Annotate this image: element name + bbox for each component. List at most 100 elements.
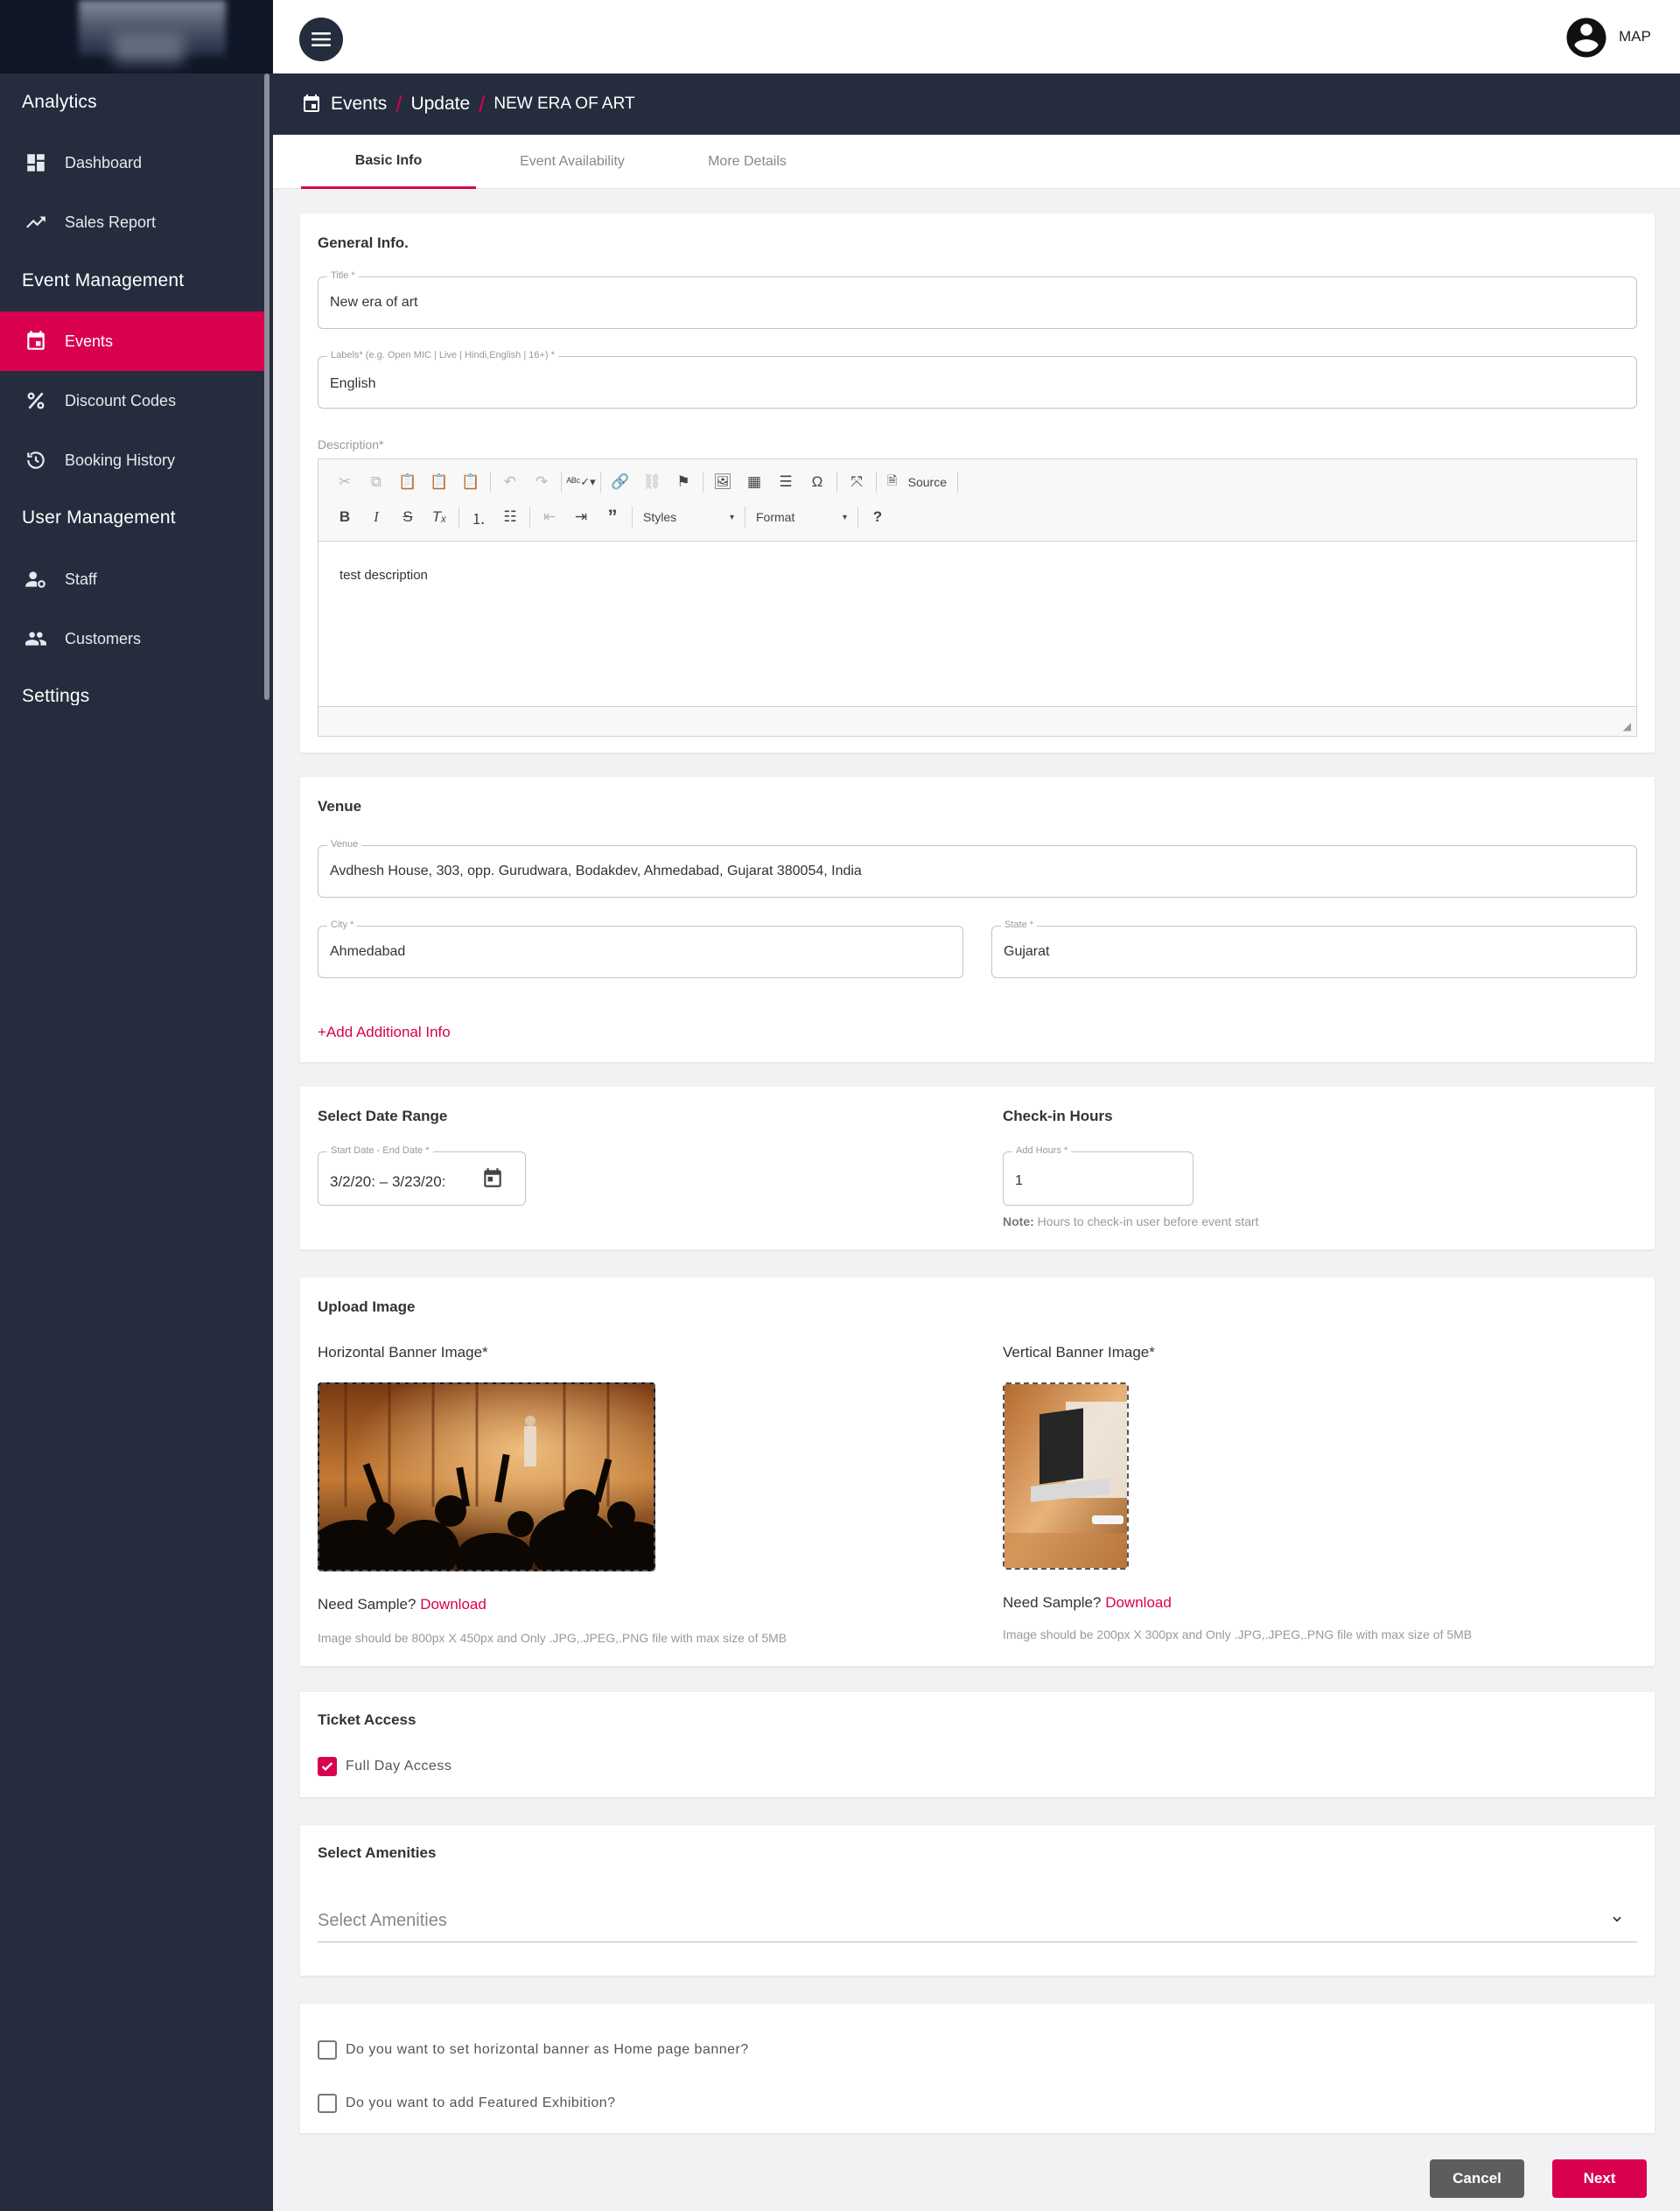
unlink-icon[interactable]: ⛓ xyxy=(636,469,668,495)
state-field[interactable]: State * Gujarat xyxy=(991,920,1637,978)
logo[interactable] xyxy=(0,0,273,73)
amenities-select[interactable]: Select Amenities xyxy=(318,1902,1637,1942)
amenities-placeholder: Select Amenities xyxy=(318,1911,447,1930)
breadcrumb-events[interactable]: Events xyxy=(331,94,387,115)
home-banner-checkbox[interactable] xyxy=(318,2040,337,2060)
styles-dropdown[interactable]: Styles ▾ xyxy=(636,505,741,529)
sidebar-item-label: Events xyxy=(65,332,114,350)
vertical-banner-image[interactable] xyxy=(1003,1382,1129,1570)
full-day-access-label[interactable]: Full Day Access xyxy=(346,1759,452,1774)
add-additional-info-link[interactable]: +Add Additional Info xyxy=(318,1024,451,1041)
cut-icon[interactable]: ✂ xyxy=(329,469,360,495)
checkin-note: Note: Hours to check-in user before even… xyxy=(1003,1214,1259,1228)
date-range-value[interactable]: 3/2/20: – 3/23/20: xyxy=(330,1173,445,1191)
numbered-list-icon[interactable]: ⒈ xyxy=(463,504,494,530)
sidebar-item-dashboard[interactable]: Dashboard xyxy=(0,133,264,192)
sidebar-item-customers[interactable]: Customers xyxy=(0,609,264,668)
user-name[interactable]: MAP xyxy=(1619,28,1651,45)
state-field-value[interactable]: Gujarat xyxy=(1004,944,1049,960)
editor-toolbar: ✂ ⧉ 📋 📋 📋 ↶ ↷ ᴬᴮᶜ✓▾ 🔗 ⛓ ⚑ 🖼 ▦ ☰ Ω ⤧ 🗎 So… xyxy=(318,459,1636,542)
full-day-access-checkbox[interactable] xyxy=(318,1757,337,1776)
home-banner-label[interactable]: Do you want to set horizontal banner as … xyxy=(346,2042,749,2058)
spellcheck-icon[interactable]: ᴬᴮᶜ✓▾ xyxy=(565,469,597,495)
italic-icon[interactable]: I xyxy=(360,504,392,530)
labels-field[interactable]: Labels* (e.g. Open MIC | Live | Hindi,En… xyxy=(318,350,1637,409)
sidebar-item-label: Booking History xyxy=(65,451,176,469)
venue-field-value[interactable]: Avdhesh House, 303, opp. Gurudwara, Boda… xyxy=(330,864,862,879)
venue-field[interactable]: Venue Avdhesh House, 303, opp. Gurudwara… xyxy=(318,839,1637,898)
add-hours-field[interactable]: Add Hours * 1 xyxy=(1003,1145,1194,1206)
people-icon xyxy=(23,626,49,652)
redo-icon[interactable]: ↷ xyxy=(526,469,557,495)
anchor-flag-icon[interactable]: ⚑ xyxy=(668,469,699,495)
add-hours-value[interactable]: 1 xyxy=(1015,1173,1023,1189)
labels-field-label: Labels* (e.g. Open MIC | Live | Hindi,En… xyxy=(327,350,558,360)
sidebar-item-label: Discount Codes xyxy=(65,391,177,409)
featured-exhibition-checkbox[interactable] xyxy=(318,2094,337,2113)
sidebar-scrollbar[interactable] xyxy=(264,73,270,700)
calendar-icon[interactable] xyxy=(481,1166,504,1193)
section-analytics: Analytics xyxy=(22,92,97,112)
breadcrumb-separator: / xyxy=(479,90,486,117)
help-icon[interactable]: ? xyxy=(862,504,893,530)
indent-icon[interactable]: ⇥ xyxy=(565,504,597,530)
menu-button[interactable] xyxy=(299,17,343,61)
tab-basic-info[interactable]: Basic Info xyxy=(301,135,476,189)
sidebar-item-staff[interactable]: Staff xyxy=(0,549,264,609)
remove-format-icon[interactable]: Tₓ xyxy=(424,504,455,530)
maximize-icon[interactable]: ⤧ xyxy=(841,469,872,495)
next-button[interactable]: Next xyxy=(1552,2159,1647,2198)
paste-icon[interactable]: 📋 xyxy=(392,469,424,495)
breadcrumb-separator: / xyxy=(396,90,402,117)
sidebar-item-discount-codes[interactable]: Discount Codes xyxy=(0,371,264,430)
breadcrumb-update[interactable]: Update xyxy=(410,94,470,115)
horizontal-download-link[interactable]: Download xyxy=(420,1596,486,1613)
chevron-down-icon: ▾ xyxy=(842,512,847,522)
title-field-value[interactable]: New era of art xyxy=(330,295,417,311)
date-range-field[interactable]: Start Date - End Date * 3/2/20: – 3/23/2… xyxy=(318,1145,526,1206)
note-text: Hours to check-in user before event star… xyxy=(1033,1214,1259,1228)
cancel-button[interactable]: Cancel xyxy=(1430,2159,1524,2198)
blockquote-icon[interactable]: ” xyxy=(597,504,628,530)
bulleted-list-icon[interactable]: ☷ xyxy=(494,504,526,530)
sidebar-item-events[interactable]: Events xyxy=(0,311,264,371)
sidebar-item-sales-report[interactable]: Sales Report xyxy=(0,192,264,252)
city-field-value[interactable]: Ahmedabad xyxy=(330,944,405,960)
bold-icon[interactable]: B xyxy=(329,504,360,530)
strikethrough-icon[interactable]: S xyxy=(392,504,424,530)
outdent-icon[interactable]: ⇤ xyxy=(534,504,565,530)
end-date[interactable]: 3/23/20: xyxy=(392,1173,445,1190)
hamburger-icon xyxy=(312,32,331,46)
breadcrumb: Events / Update / NEW ERA OF ART xyxy=(273,73,1680,135)
title-field[interactable]: Title * New era of art xyxy=(318,270,1637,329)
upload-image-card: Upload Image Horizontal Banner Image* Ne… xyxy=(300,1277,1655,1666)
horizontal-line-icon[interactable]: ☰ xyxy=(770,469,802,495)
featured-exhibition-label[interactable]: Do you want to add Featured Exhibition? xyxy=(346,2096,616,2111)
sidebar-item-booking-history[interactable]: Booking History xyxy=(0,430,264,490)
city-field[interactable]: City * Ahmedabad xyxy=(318,920,963,978)
editor-content[interactable]: test description xyxy=(340,568,428,583)
special-char-icon[interactable]: Ω xyxy=(802,469,833,495)
calendar-icon xyxy=(23,328,49,354)
link-icon[interactable]: 🔗 xyxy=(605,469,636,495)
vertical-download-link[interactable]: Download xyxy=(1105,1594,1172,1611)
undo-icon[interactable]: ↶ xyxy=(494,469,526,495)
table-icon[interactable]: ▦ xyxy=(738,469,770,495)
copy-icon[interactable]: ⧉ xyxy=(360,469,392,495)
labels-field-value[interactable]: English xyxy=(330,376,375,392)
resize-handle-icon[interactable]: ◢ xyxy=(1623,720,1631,732)
format-dropdown[interactable]: Format ▾ xyxy=(749,505,854,529)
paste-word-icon[interactable]: 📋 xyxy=(455,469,486,495)
avatar-icon[interactable] xyxy=(1563,14,1610,61)
source-button[interactable]: 🗎 Source xyxy=(880,470,954,494)
dashboard-icon xyxy=(23,150,49,176)
amenities-title: Select Amenities xyxy=(318,1844,437,1861)
horizontal-banner-label: Horizontal Banner Image* xyxy=(318,1344,488,1361)
image-icon[interactable]: 🖼 xyxy=(707,469,738,495)
tab-more-details[interactable]: More Details xyxy=(668,135,826,189)
paste-text-icon[interactable]: 📋 xyxy=(424,469,455,495)
horizontal-banner-image[interactable] xyxy=(318,1382,655,1571)
tab-event-availability[interactable]: Event Availability xyxy=(476,135,668,189)
start-date[interactable]: 3/2/20: xyxy=(330,1173,375,1190)
percent-icon xyxy=(23,388,49,414)
